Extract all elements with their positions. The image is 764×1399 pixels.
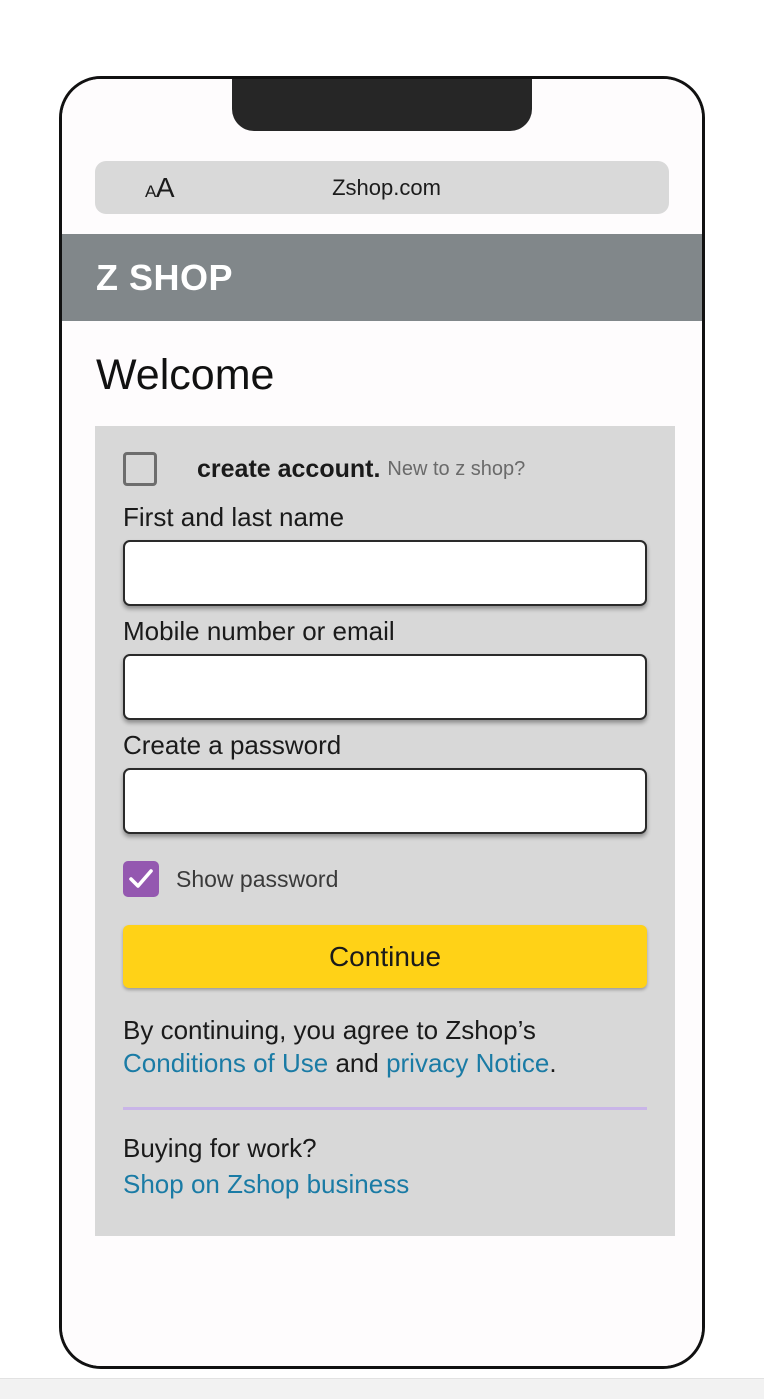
signin-form-card: create account. New to z shop? First and… [95, 426, 675, 1237]
mobile-or-email-input[interactable] [123, 654, 647, 721]
conditions-of-use-link[interactable]: Conditions of Use [123, 1048, 328, 1078]
create-account-label: create account. [197, 454, 381, 483]
create-account-sublabel: New to z shop? [387, 457, 526, 480]
legal-text: By continuing, you agree to Zshop’s Cond… [123, 1014, 647, 1081]
label-mobile-or-email: Mobile number or email [123, 616, 395, 647]
show-password-row[interactable]: Show password [123, 861, 647, 898]
address-bar[interactable]: AA Zshop.com [95, 161, 669, 214]
create-account-row[interactable]: create account. New to z shop? [123, 452, 647, 487]
phone-frame: AA Zshop.com Z SHOP Welcome create accou… [59, 76, 705, 1369]
text-size-large-a: A [155, 171, 175, 203]
site-body: Welcome create account. New to z shop? F… [62, 321, 702, 1366]
continue-button[interactable]: Continue [123, 925, 647, 989]
label-create-password: Create a password [123, 730, 342, 761]
show-password-label: Show password [176, 865, 339, 892]
field-group-name: First and last name [123, 502, 647, 607]
legal-suffix: . [549, 1048, 557, 1079]
site-header: Z SHOP [62, 234, 702, 321]
create-account-checkbox[interactable] [123, 452, 157, 487]
legal-prefix: By continuing, you agree to Zshop’s [123, 1015, 536, 1046]
create-password-input[interactable] [123, 768, 647, 835]
business-block: Buying for work? Shop on Zshop business [123, 1132, 647, 1203]
brand-logo[interactable]: Z SHOP [96, 257, 233, 299]
phone-notch [232, 79, 532, 131]
privacy-notice-link[interactable]: privacy Notice [386, 1048, 549, 1078]
label-first-last-name: First and last name [123, 502, 345, 533]
shop-on-zshop-business-link[interactable]: Shop on Zshop business [123, 1168, 647, 1202]
checkmark-icon [129, 869, 153, 888]
field-group-password: Create a password [123, 730, 647, 835]
legal-middle: and [328, 1048, 387, 1079]
first-last-name-input[interactable] [123, 540, 647, 607]
page-title: Welcome [96, 351, 275, 399]
show-password-checkbox[interactable] [123, 861, 159, 898]
text-size-small-a: A [145, 181, 156, 201]
section-divider [123, 1106, 647, 1110]
address-url-text: Zshop.com [332, 174, 441, 200]
page-bottom-strip [0, 1378, 764, 1399]
text-size-aa-icon[interactable]: AA [145, 171, 175, 204]
field-group-mobile-email: Mobile number or email [123, 616, 647, 721]
business-heading: Buying for work? [123, 1132, 317, 1163]
